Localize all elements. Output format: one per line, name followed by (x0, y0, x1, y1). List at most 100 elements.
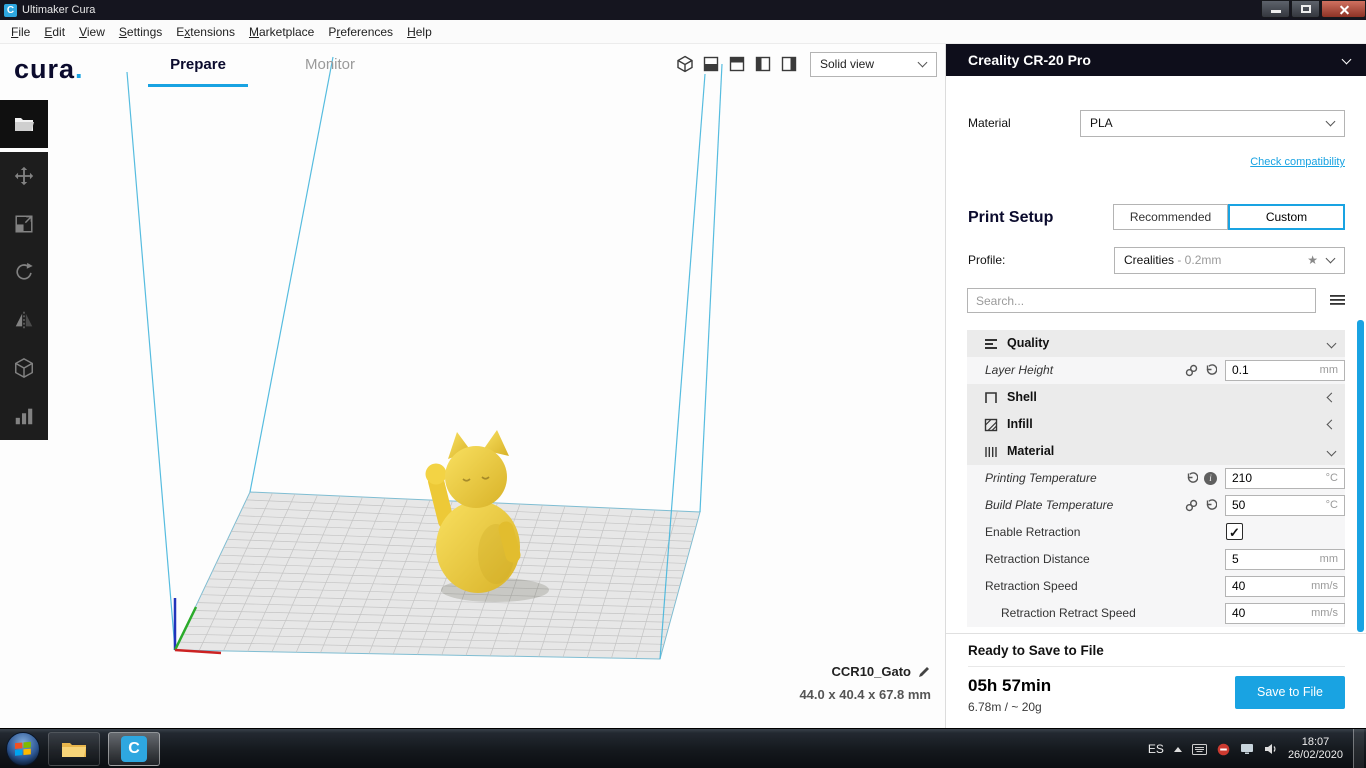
model-info: CCR10_Gato 44.0 x 40.4 x 67.8 mm (799, 664, 931, 702)
chevron-down-icon (1326, 446, 1337, 457)
machine-selector[interactable]: Creality CR-20 Pro (946, 44, 1366, 76)
menubar: File Edit View Settings Extensions Marke… (0, 20, 1366, 44)
settings-search-input[interactable] (967, 288, 1316, 313)
clock-time: 18:07 (1301, 736, 1330, 748)
minimize-button[interactable] (1261, 0, 1290, 18)
system-tray: ES 18:07 26/02/2020 (1148, 729, 1366, 768)
setting-row-retraction-speed: Retraction Speed 40 mm/s (967, 573, 1345, 600)
printing-temperature-input[interactable]: 210 °C (1225, 468, 1345, 489)
build-plate-scene[interactable] (0, 44, 945, 728)
build-plate-temperature-input[interactable]: 50 °C (1225, 495, 1345, 516)
view-front-icon[interactable] (702, 55, 720, 73)
view-right-icon[interactable] (780, 55, 798, 73)
settings-scrollbar[interactable] (1357, 320, 1364, 632)
close-button[interactable] (1321, 0, 1366, 18)
recommended-button[interactable]: Recommended (1113, 204, 1228, 230)
per-model-settings-icon (15, 357, 33, 379)
profile-dropdown[interactable]: Crealities - 0.2mm ★ (1114, 247, 1345, 274)
menu-settings[interactable]: Settings (112, 21, 169, 43)
mirror-tool-button[interactable] (0, 296, 48, 344)
layer-height-input[interactable]: 0.1 mm (1225, 360, 1345, 381)
settings-category-shell[interactable]: Shell (967, 384, 1345, 411)
rotate-tool-button[interactable] (0, 248, 48, 296)
reset-icon[interactable] (1204, 499, 1217, 512)
link-icon[interactable] (1185, 364, 1198, 377)
scale-tool-button[interactable] (0, 200, 48, 248)
settings-category-quality[interactable]: Quality (967, 330, 1345, 357)
tray-volume-icon[interactable] (1264, 743, 1278, 755)
taskbar-explorer-button[interactable] (48, 731, 100, 766)
retraction-retract-speed-input[interactable]: 40 mm/s (1225, 603, 1345, 624)
settings-category-infill[interactable]: Infill (967, 411, 1345, 438)
tray-keyboard-icon[interactable] (1191, 743, 1207, 755)
taskbar-clock[interactable]: 18:07 26/02/2020 (1288, 736, 1343, 762)
chevron-left-icon (1326, 419, 1337, 430)
open-file-button[interactable] (0, 100, 48, 148)
retraction-distance-input[interactable]: 5 mm (1225, 549, 1345, 570)
view-3d-icon[interactable] (676, 55, 694, 73)
settings-menu-icon[interactable] (1330, 293, 1345, 312)
menu-help[interactable]: Help (400, 21, 439, 43)
retraction-speed-input[interactable]: 40 mm/s (1225, 576, 1345, 597)
machine-name: Creality CR-20 Pro (968, 52, 1091, 68)
custom-button[interactable]: Custom (1228, 204, 1345, 230)
profile-label: Profile: (968, 253, 1006, 267)
maximize-button[interactable] (1291, 0, 1320, 18)
tab-monitor[interactable]: Monitor (300, 56, 360, 73)
tab-prepare[interactable]: Prepare (148, 56, 248, 73)
window-title: Ultimaker Cura (22, 4, 96, 16)
setting-row-build-plate-temperature: Build Plate Temperature 50 °C (967, 492, 1345, 519)
chevron-down-icon (1325, 116, 1336, 126)
show-desktop-button[interactable] (1353, 729, 1364, 768)
menu-preferences[interactable]: Preferences (321, 21, 400, 43)
chevron-left-icon (1326, 392, 1337, 403)
viewport-3d[interactable]: cura. Prepare Monitor Solid view CCR10_G… (0, 44, 945, 728)
infill-icon (983, 417, 999, 438)
move-tool-button[interactable] (0, 152, 48, 200)
setting-row-enable-retraction: Enable Retraction (967, 519, 1345, 546)
maximize-icon (1301, 5, 1311, 13)
material-icon (983, 444, 999, 465)
reset-icon[interactable] (1204, 364, 1217, 377)
menu-view[interactable]: View (72, 21, 112, 43)
view-mode-value: Solid view (820, 57, 875, 71)
print-setup-title: Print Setup (968, 209, 1054, 226)
language-indicator[interactable]: ES (1148, 742, 1164, 756)
close-icon (1339, 5, 1350, 15)
start-button[interactable] (6, 731, 40, 766)
tool-sidebar (0, 152, 48, 440)
menu-file[interactable]: File (4, 21, 37, 43)
taskbar-cura-button[interactable]: C (108, 731, 160, 766)
support-blocker-button[interactable] (0, 392, 48, 440)
menu-marketplace[interactable]: Marketplace (242, 21, 321, 43)
tray-security-icon[interactable] (1217, 743, 1230, 756)
link-icon[interactable] (1185, 499, 1198, 512)
enable-retraction-checkbox[interactable] (1226, 523, 1243, 540)
tray-display-icon[interactable] (1240, 743, 1254, 755)
tray-expand-icon[interactable] (1173, 746, 1182, 752)
rotate-icon (16, 262, 33, 280)
per-model-settings-button[interactable] (0, 344, 48, 392)
view-mode-dropdown[interactable]: Solid view (810, 52, 937, 77)
scale-icon (15, 215, 33, 233)
menu-edit[interactable]: Edit (37, 21, 72, 43)
menu-extensions[interactable]: Extensions (169, 21, 242, 43)
check-compatibility-link[interactable]: Check compatibility (1250, 156, 1345, 168)
material-value: PLA (1090, 116, 1113, 130)
output-action-panel: Ready to Save to File 05h 57min 6.78m / … (946, 633, 1366, 724)
view-top-icon[interactable] (728, 55, 746, 73)
setting-row-retraction-distance: Retraction Distance 5 mm (967, 546, 1345, 573)
material-dropdown[interactable]: PLA (1080, 110, 1345, 137)
view-left-icon[interactable] (754, 55, 772, 73)
chevron-down-icon (1325, 253, 1336, 263)
rename-pencil-icon[interactable] (917, 665, 931, 679)
windows-logo-icon (15, 741, 31, 756)
info-icon[interactable] (1204, 472, 1217, 485)
settings-category-material[interactable]: Material (967, 438, 1345, 465)
job-status: Ready to Save to File (968, 643, 1104, 658)
material-usage-estimate: 6.78m / ~ 20g (968, 700, 1042, 714)
window-titlebar[interactable]: C Ultimaker Cura (0, 0, 1366, 20)
save-to-file-button[interactable]: Save to File (1235, 676, 1345, 709)
star-icon[interactable]: ★ (1307, 248, 1318, 273)
reset-icon[interactable] (1185, 472, 1198, 485)
